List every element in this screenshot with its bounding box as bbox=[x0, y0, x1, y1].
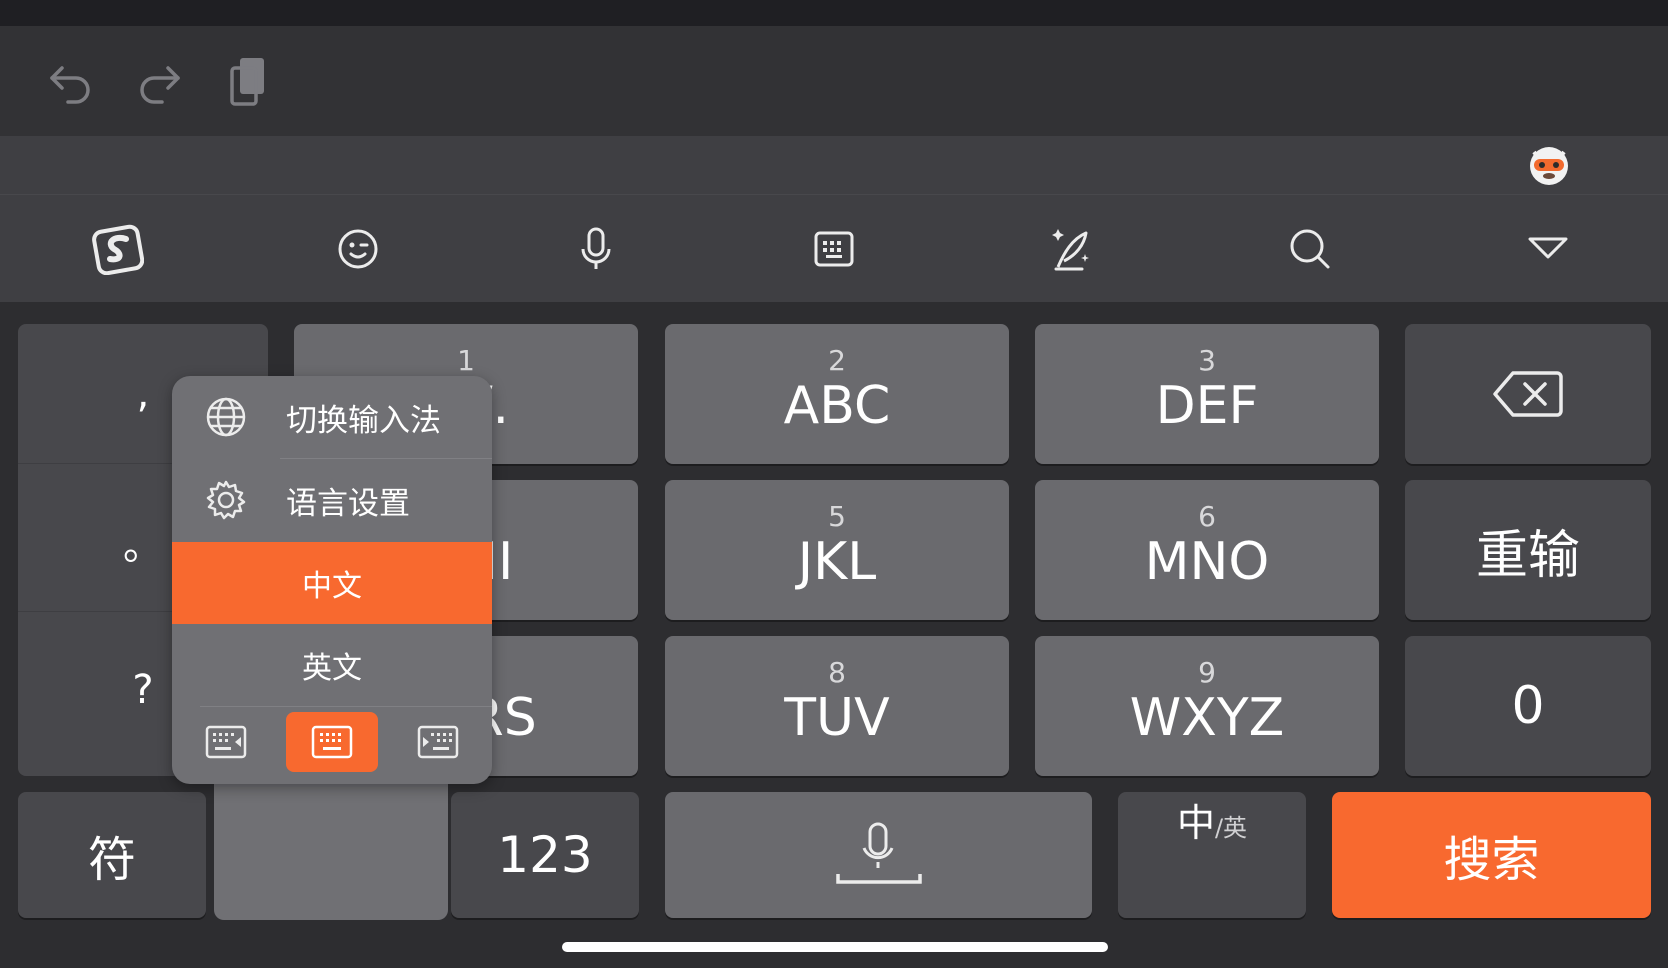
key-number: 2 bbox=[828, 344, 846, 377]
gear-icon bbox=[204, 478, 248, 522]
key-letters: ABC bbox=[783, 376, 891, 436]
keyboard-left-mode-button[interactable] bbox=[180, 712, 272, 772]
language-settings-item[interactable]: 语言设置 bbox=[172, 459, 492, 541]
symbols-key[interactable]: 符 bbox=[18, 792, 206, 918]
keyboard-right-mode-button[interactable] bbox=[392, 712, 484, 772]
key-letters: TUV bbox=[784, 688, 890, 748]
space-key[interactable] bbox=[665, 792, 1092, 918]
search-key[interactable]: 搜索 bbox=[1332, 792, 1651, 918]
key-6[interactable]: 6 MNO bbox=[1035, 480, 1379, 620]
language-settings-label: 语言设置 bbox=[286, 485, 410, 522]
key-number: 1 bbox=[457, 344, 475, 377]
language-toggle-sub: /英 bbox=[1214, 814, 1248, 842]
sogou-logo-icon[interactable] bbox=[92, 223, 144, 275]
search-label: 搜索 bbox=[1443, 832, 1540, 888]
key-letters: WXYZ bbox=[1129, 688, 1285, 748]
key-5[interactable]: 5 JKL bbox=[665, 480, 1009, 620]
key-letters: MNO bbox=[1144, 532, 1270, 592]
function-bar bbox=[0, 194, 1668, 302]
backspace-key[interactable] bbox=[1405, 324, 1651, 464]
keyboard-right-icon bbox=[417, 725, 459, 759]
key-number: 9 bbox=[1198, 656, 1216, 689]
language-toggle-main: 中 bbox=[1176, 801, 1215, 845]
key-2[interactable]: 2 ABC bbox=[665, 324, 1009, 464]
collapse-icon[interactable] bbox=[1522, 223, 1574, 275]
key-number: 5 bbox=[828, 500, 846, 533]
numbers-label: 123 bbox=[497, 826, 593, 884]
symbols-label: 符 bbox=[87, 832, 136, 888]
chinese-option[interactable]: 中文 bbox=[172, 542, 492, 624]
editor-toolbar bbox=[0, 26, 1668, 136]
space-microphone-icon bbox=[834, 820, 924, 890]
key-number: 3 bbox=[1198, 344, 1216, 377]
keyboard-icon[interactable] bbox=[808, 223, 860, 275]
candidate-bar bbox=[0, 136, 1668, 194]
popup-anchor bbox=[214, 774, 448, 920]
undo-icon[interactable] bbox=[42, 54, 98, 110]
switch-ime-item[interactable]: 切换输入法 bbox=[172, 376, 492, 458]
zero-label: 0 bbox=[1511, 676, 1545, 736]
emoji-icon[interactable] bbox=[332, 223, 384, 275]
globe-icon bbox=[204, 395, 248, 439]
keyboard-center-icon bbox=[311, 725, 353, 759]
english-option[interactable]: 英文 bbox=[172, 624, 492, 706]
mascot-icon[interactable] bbox=[1528, 144, 1570, 186]
clipboard-icon[interactable] bbox=[222, 54, 278, 110]
key-letters: JKL bbox=[797, 532, 877, 592]
key-9[interactable]: 9 WXYZ bbox=[1035, 636, 1379, 776]
zero-key[interactable]: 0 bbox=[1405, 636, 1651, 776]
key-number: 6 bbox=[1198, 500, 1216, 533]
key-number: 8 bbox=[828, 656, 846, 689]
language-toggle-key[interactable]: 中/英 bbox=[1118, 792, 1306, 918]
keyboard-settings-popup: 切换输入法 语言设置 中文 英文 bbox=[172, 376, 492, 784]
search-icon[interactable] bbox=[1284, 223, 1336, 275]
key-8[interactable]: 8 TUV bbox=[665, 636, 1009, 776]
switch-ime-label: 切换输入法 bbox=[286, 402, 441, 439]
microphone-icon[interactable] bbox=[570, 223, 622, 275]
backspace-icon bbox=[1491, 369, 1565, 419]
status-bar bbox=[0, 0, 1668, 26]
home-indicator bbox=[562, 942, 1108, 952]
divider bbox=[200, 706, 492, 707]
key-letters: DEF bbox=[1155, 376, 1259, 436]
keyboard-left-icon bbox=[205, 725, 247, 759]
handwriting-icon[interactable] bbox=[1046, 223, 1098, 275]
redo-icon[interactable] bbox=[132, 54, 188, 110]
keyboard-center-mode-button[interactable] bbox=[286, 712, 378, 772]
numbers-key[interactable]: 123 bbox=[451, 792, 639, 918]
key-3[interactable]: 3 DEF bbox=[1035, 324, 1379, 464]
reinput-label: 重输 bbox=[1475, 525, 1580, 586]
reinput-key[interactable]: 重输 bbox=[1405, 480, 1651, 620]
